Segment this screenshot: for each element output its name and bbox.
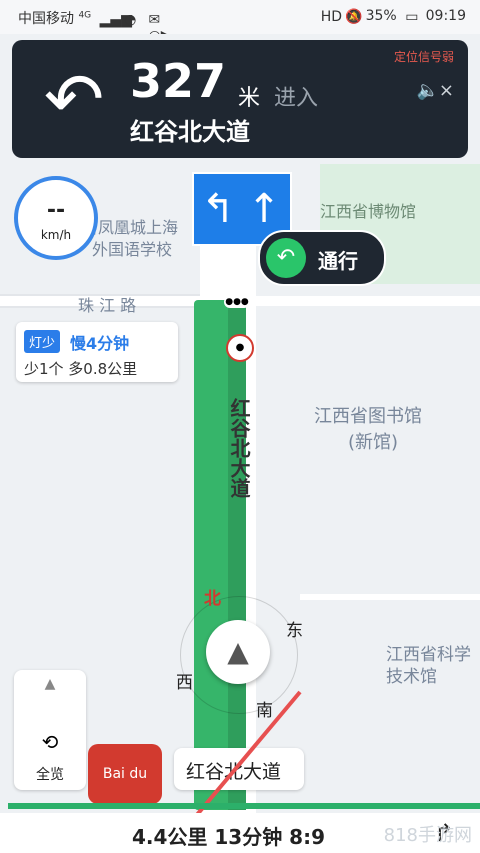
alternative-route-card[interactable]: 灯少 慢4分钟 少1个 多0.8公里 xyxy=(16,322,178,382)
uturn-green-icon: ↶ xyxy=(266,238,306,278)
clock: 09:19 xyxy=(425,8,466,24)
battery-icon: ▭ xyxy=(405,9,419,25)
route-progress-bar xyxy=(8,803,480,809)
location-arrow-icon: ▲ xyxy=(206,620,270,684)
road-name-vertical: 红谷北大道 xyxy=(227,398,251,498)
map-label: 江西省图书馆 xyxy=(314,406,422,427)
hd-icon: HD xyxy=(320,9,343,25)
speed-value: -- xyxy=(46,198,66,223)
notification-icons: ✉◎▶ xyxy=(148,12,172,44)
turn-left-lane-icon: ↰ xyxy=(201,186,235,232)
route-tag: 灯少 xyxy=(24,330,61,353)
traffic-light-icon: ●●● xyxy=(224,296,250,308)
current-street-tag: 红谷北大道 xyxy=(174,748,304,790)
compass-south: 南 xyxy=(256,701,273,721)
speedometer: -- km/h xyxy=(14,176,98,260)
map-label: 技术馆 xyxy=(386,667,437,687)
turn-instruction-banner[interactable]: ↶ 327 米 进入 红谷北大道 定位信号弱 🔈× xyxy=(12,40,468,158)
compass-west: 西 xyxy=(176,673,193,693)
map-label: 珠 江 路 xyxy=(78,296,137,315)
traffic-light-pass-badge: ↶ 通行 xyxy=(258,230,386,286)
map-controls[interactable]: ▲ ⟲ 全览 xyxy=(14,670,86,790)
mute-voice-icon[interactable]: 🔈× xyxy=(417,80,455,101)
signal-icon: ▂▄▆ xyxy=(99,12,132,28)
trip-eta: 4.4公里 13分钟 8:9 xyxy=(132,825,326,849)
route-overview-icon: ⟲ xyxy=(41,730,59,754)
speed-unit: km/h xyxy=(40,228,72,242)
gps-weak-warning: 定位信号弱 xyxy=(393,50,454,64)
overview-label[interactable]: 全览 xyxy=(14,764,86,784)
wifi-icon: ◔ xyxy=(124,12,137,28)
turn-distance: 327 xyxy=(130,54,227,108)
battery-level: 35% xyxy=(365,8,397,24)
route-delay: 慢4分钟 xyxy=(70,334,130,353)
mute-icon: 🔕 xyxy=(345,9,363,25)
network-type: 4G xyxy=(78,10,92,21)
trip-summary-bar[interactable]: 4.4公里 13分钟 8:9 ↱ 818手游网 xyxy=(0,813,480,853)
route-extra: 少1个 多0.8公里 xyxy=(24,360,138,378)
map-label: (新馆) xyxy=(348,432,399,453)
watermark: 818手游网 xyxy=(383,825,472,846)
next-street: 红谷北大道 xyxy=(130,118,250,146)
navigation-route-edge xyxy=(228,300,246,810)
map-label: 江西省博物馆 xyxy=(320,202,417,221)
compass-north: 北 xyxy=(204,589,221,609)
carrier-label: 中国移动 xyxy=(18,11,74,27)
zoom-up-icon[interactable]: ▲ xyxy=(14,676,86,692)
status-bar: 中国移动 4G ▂▄▆ ◔ ✉◎▶ HD 🔕 35% ▭ 09:19 xyxy=(0,0,480,44)
baidu-map-logo: Bai du xyxy=(88,744,162,804)
map-label: 外国语学校 xyxy=(92,240,173,259)
turn-distance-unit: 米 xyxy=(238,86,261,111)
pass-label: 通行 xyxy=(318,249,358,273)
compass-east: 东 xyxy=(286,621,303,641)
turn-action: 进入 xyxy=(274,86,319,111)
uturn-left-icon: ↶ xyxy=(43,57,105,141)
traffic-light-marker-icon: ● xyxy=(226,334,254,362)
